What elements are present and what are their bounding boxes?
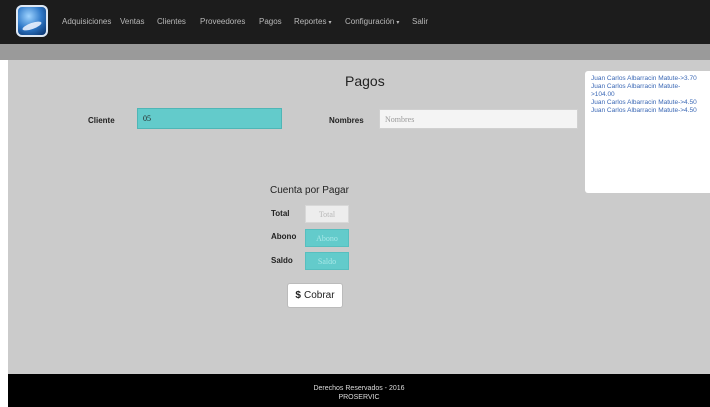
sub-bar: [0, 44, 710, 60]
total-input[interactable]: Total: [305, 205, 349, 223]
result-item[interactable]: Juan Carlos Albarracin Matute->4.50: [591, 99, 704, 107]
cobrar-button-label: Cobrar: [303, 290, 335, 301]
result-item[interactable]: Juan Carlos Albarracin Matute->3.70: [591, 75, 704, 83]
total-label: Total: [271, 209, 290, 218]
nav-clientes[interactable]: Clientes: [157, 17, 186, 26]
cuenta-por-pagar-title: Cuenta por Pagar: [270, 185, 349, 196]
footer-company: PROSERVIC: [338, 394, 380, 401]
caret-down-icon: ▾: [396, 20, 400, 26]
nombres-input[interactable]: Nombres: [379, 109, 578, 129]
nav-configuracion[interactable]: Configuración ▾: [345, 17, 399, 26]
nav-configuracion-label: Configuración: [345, 17, 395, 26]
nav-pagos[interactable]: Pagos: [259, 17, 282, 26]
nav-proveedores[interactable]: Proveedores: [200, 17, 245, 26]
page-title: Pagos: [345, 73, 385, 89]
abono-label: Abono: [271, 232, 297, 241]
cliente-input[interactable]: 05: [137, 108, 282, 129]
nav-ventas[interactable]: Ventas: [120, 17, 144, 26]
globe-logo-icon[interactable]: [16, 5, 48, 37]
nav-salir[interactable]: Salir: [412, 17, 428, 26]
abono-placeholder: Abono: [316, 233, 338, 243]
footer: Derechos Reservados - 2016 PROSERVIC: [8, 374, 710, 407]
caret-down-icon: ▾: [328, 20, 332, 26]
nav-reportes-label: Reportes: [294, 17, 327, 26]
saldo-placeholder: Saldo: [317, 256, 337, 266]
cliente-label: Cliente: [88, 116, 115, 125]
top-navbar: Adquisiciones Ventas Clientes Proveedore…: [0, 0, 710, 44]
total-placeholder: Total: [318, 209, 336, 219]
result-item-line1: Juan Carlos Albarracin Matute->4.50: [591, 99, 697, 106]
result-item-line1: Juan Carlos Albarracin Matute->3.70: [591, 75, 697, 82]
nombres-label: Nombres: [329, 116, 364, 125]
nav-reportes[interactable]: Reportes ▾: [294, 17, 331, 26]
result-item[interactable]: Juan Carlos Albarracin Matute- >104.00: [591, 83, 704, 99]
dollar-icon: $: [295, 290, 301, 301]
result-item-line1: Juan Carlos Albarracin Matute->4.50: [591, 107, 697, 114]
saldo-label: Saldo: [271, 256, 293, 265]
result-item-line2: >104.00: [591, 91, 615, 98]
cobrar-button[interactable]: $ Cobrar: [287, 283, 343, 308]
result-item-line1: Juan Carlos Albarracin Matute-: [591, 83, 681, 90]
search-results-panel: Juan Carlos Albarracin Matute->3.70 Juan…: [585, 71, 710, 193]
nombres-placeholder: Nombres: [385, 114, 415, 124]
cliente-input-value: 05: [143, 114, 151, 123]
nav-adquisiciones[interactable]: Adquisiciones: [62, 17, 111, 26]
footer-copyright: Derechos Reservados - 2016: [313, 385, 405, 392]
abono-input[interactable]: Abono: [305, 229, 349, 247]
result-item[interactable]: Juan Carlos Albarracin Matute->4.50: [591, 107, 704, 115]
saldo-input[interactable]: Saldo: [305, 252, 349, 270]
